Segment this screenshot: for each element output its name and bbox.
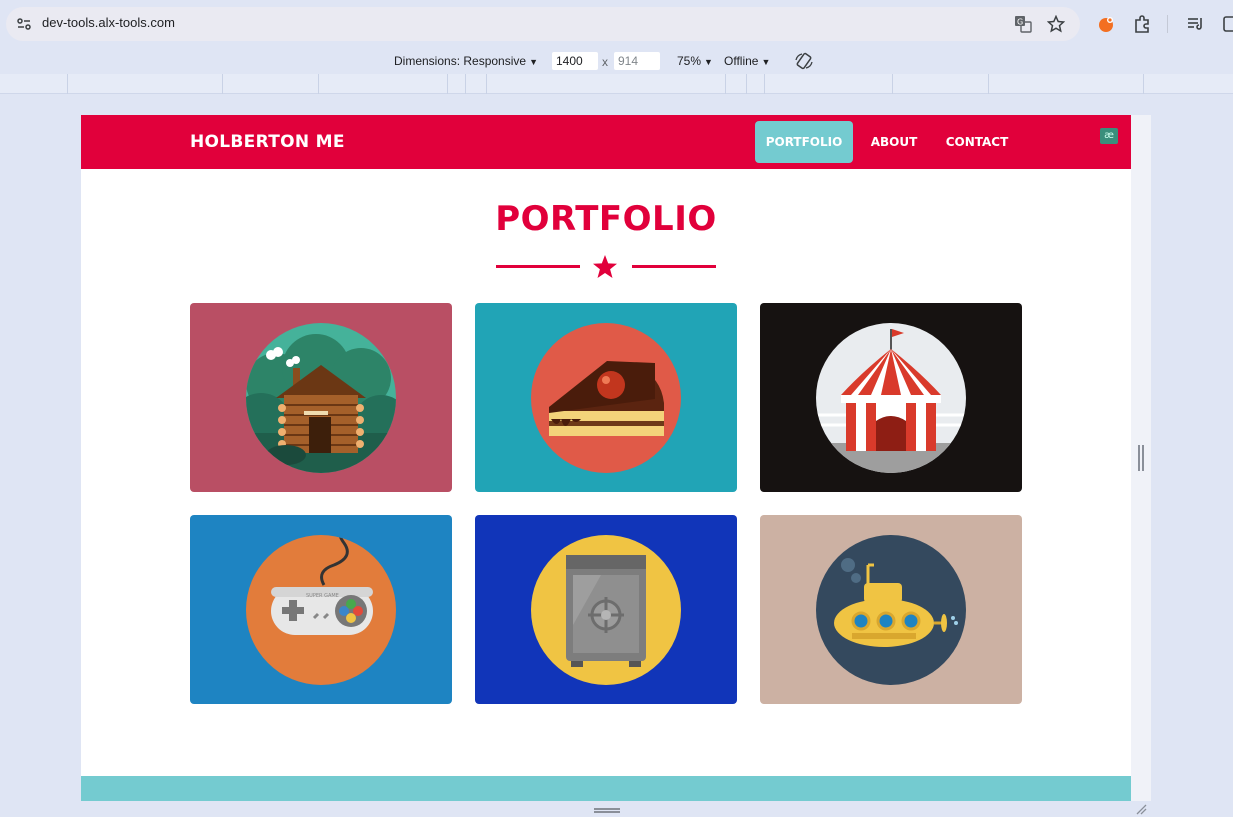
site-settings-icon[interactable] (16, 16, 32, 32)
svg-text:SUPER GAME: SUPER GAME (306, 593, 339, 599)
throttle-label: Offline (724, 54, 759, 68)
dropdown-arrow-icon: ▼ (529, 57, 538, 67)
bookmark-star-icon[interactable] (1047, 15, 1065, 33)
bottom-resize-handle[interactable] (594, 808, 620, 813)
right-resize-handle[interactable] (1138, 445, 1144, 471)
extension-badge[interactable]: æ (1100, 128, 1118, 144)
media-controls-icon[interactable] (1186, 14, 1206, 34)
dropdown-arrow-icon: ▼ (761, 57, 771, 67)
portfolio-card-safe[interactable] (475, 515, 737, 704)
browser-toolbar: dev-tools.alx-tools.com G (0, 0, 1233, 48)
safe-icon (531, 535, 681, 685)
portfolio-card-cake[interactable] (475, 303, 737, 492)
zoom-dropdown[interactable]: 75% ▼ (677, 54, 713, 68)
page-title: PORTFOLIO (495, 199, 717, 239)
media-query-ruler[interactable] (0, 74, 1233, 94)
svg-text:G: G (1017, 18, 1023, 27)
address-bar[interactable]: dev-tools.alx-tools.com G (6, 7, 1080, 41)
circus-tent-icon (816, 323, 966, 473)
portfolio-card-cabin[interactable] (190, 303, 452, 492)
page-viewport: HOLBERTON ME PORTFOLIO ABOUT CONTACT æ P… (81, 115, 1131, 801)
portfolio-card-circus[interactable] (760, 303, 1022, 492)
width-input[interactable]: 1400 (552, 52, 598, 70)
dimensions-dropdown[interactable]: Dimensions: Responsive ▼ (394, 54, 538, 68)
rotate-icon[interactable] (794, 51, 814, 71)
cake-slice-icon (531, 323, 681, 473)
nav-portfolio[interactable]: PORTFOLIO (755, 121, 853, 163)
submarine-icon (816, 535, 966, 685)
brand-logo-text[interactable]: HOLBERTON ME (190, 132, 345, 152)
footer-bar (81, 776, 1131, 801)
nav-about[interactable]: ABOUT (861, 121, 927, 163)
side-panel-icon[interactable] (1222, 14, 1233, 34)
times-sign: x (602, 55, 608, 69)
device-toolbar: Dimensions: Responsive ▼ 1400 x 914 75% ▼ … (0, 48, 1233, 74)
throttle-dropdown[interactable]: Offline ▼ (724, 54, 770, 68)
zoom-label: 75% (677, 54, 702, 68)
nav-contact[interactable]: CONTACT (937, 121, 1017, 163)
dropdown-arrow-icon: ▼ (704, 57, 713, 67)
corner-resize-icon[interactable] (1135, 803, 1147, 815)
extension-orange-icon[interactable] (1097, 14, 1117, 34)
portfolio-card-controller[interactable]: SUPER GAME (190, 515, 452, 704)
url-text[interactable]: dev-tools.alx-tools.com (42, 15, 175, 30)
extensions-puzzle-icon[interactable] (1132, 14, 1152, 34)
site-header: HOLBERTON ME PORTFOLIO ABOUT CONTACT æ (81, 115, 1131, 169)
translate-icon[interactable]: G (1014, 15, 1032, 33)
toolbar-divider (1167, 15, 1168, 33)
dimensions-label: Dimensions: Responsive (394, 54, 527, 68)
star-icon (593, 255, 617, 278)
game-controller-icon: SUPER GAME (246, 535, 396, 685)
portfolio-card-submarine[interactable] (760, 515, 1022, 704)
log-cabin-icon (246, 323, 396, 473)
divider-left (496, 265, 580, 268)
height-input[interactable]: 914 (614, 52, 660, 70)
divider-right (632, 265, 716, 268)
